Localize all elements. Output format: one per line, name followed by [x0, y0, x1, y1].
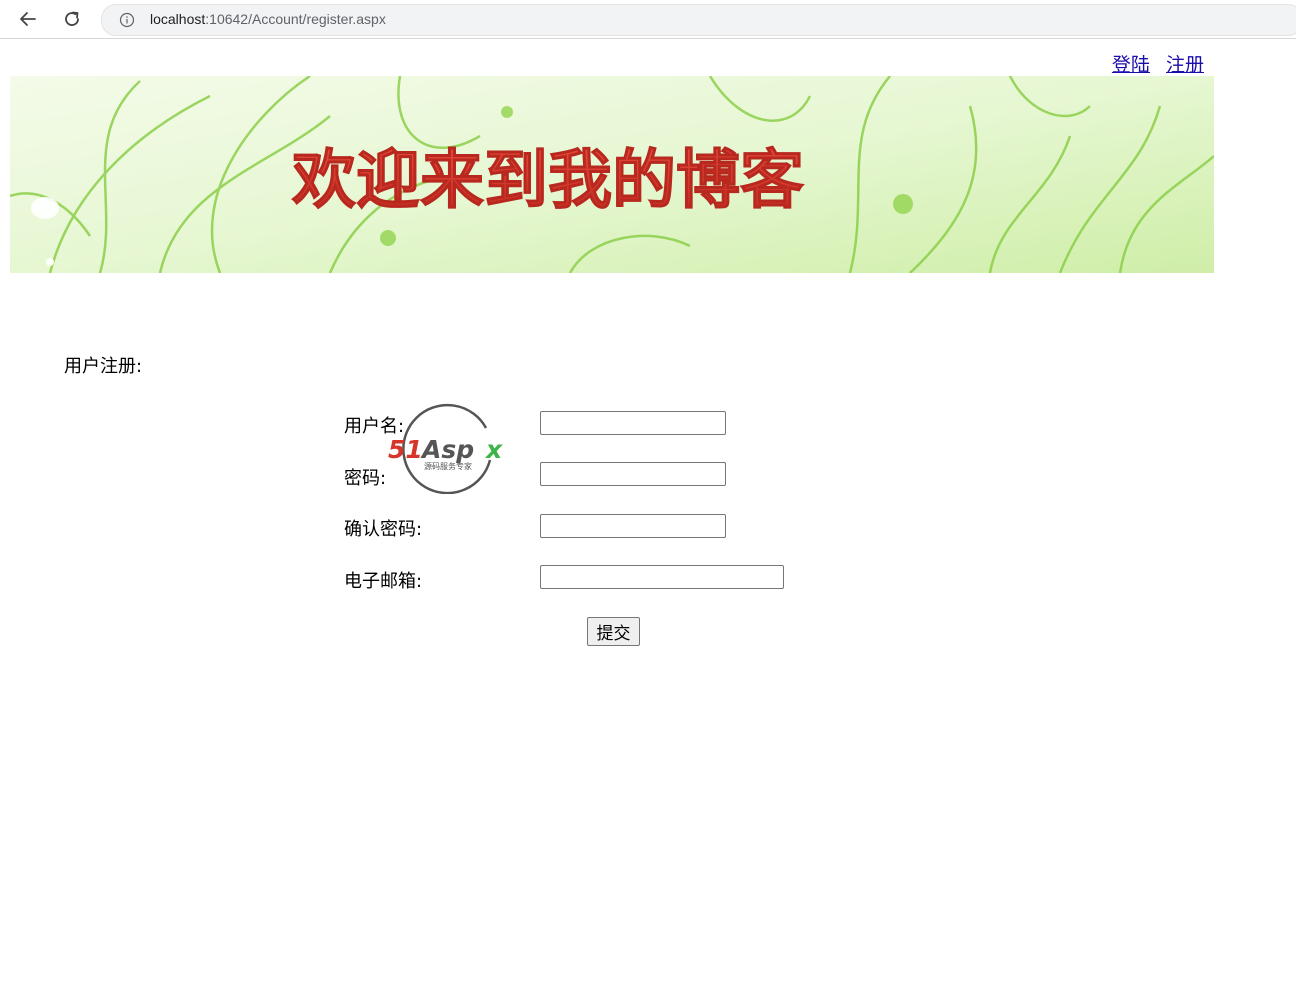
banner-graphic: 欢迎来到我的博客 [10, 76, 1214, 273]
url-path: :10642/Account/register.aspx [205, 11, 386, 27]
banner-title: 欢迎来到我的博客 [291, 144, 804, 218]
browser-toolbar: localhost:10642/Account/register.aspx [0, 0, 1296, 39]
watermark-logo: 51 Asp x 源码服务专家 [386, 402, 512, 495]
url-host: localhost [150, 11, 206, 27]
reload-button[interactable] [57, 4, 87, 34]
login-link[interactable]: 登陆 [1112, 54, 1150, 76]
register-link[interactable]: 注册 [1166, 54, 1204, 76]
confirm-password-label: 确认密码: [344, 519, 423, 540]
account-links: 登陆 注册 [1102, 50, 1204, 77]
reload-icon [65, 11, 79, 26]
page-heading: 用户注册: [64, 356, 143, 377]
svg-text:x: x [484, 435, 503, 464]
watermark-logo-icon: 51 Asp x 源码服务专家 [388, 403, 503, 495]
address-bar[interactable]: localhost:10642/Account/register.aspx [101, 4, 1296, 36]
banner-image: 欢迎来到我的博客 [10, 76, 1214, 273]
back-button[interactable] [13, 4, 43, 34]
svg-text:Asp: Asp [420, 435, 474, 464]
username-input[interactable] [540, 411, 726, 435]
url-text[interactable]: localhost:10642/Account/register.aspx [150, 11, 386, 27]
svg-text:源码服务专家: 源码服务专家 [424, 461, 472, 471]
confirm-password-input[interactable] [540, 514, 726, 538]
password-label: 密码: [344, 468, 387, 489]
submit-button[interactable]: 提交 [587, 617, 640, 646]
info-icon[interactable] [119, 12, 135, 28]
password-input[interactable] [540, 462, 726, 486]
svg-text:51: 51 [388, 435, 423, 464]
back-arrow-icon [20, 12, 36, 26]
email-label: 电子邮箱: [344, 571, 423, 592]
email-input[interactable] [540, 565, 784, 589]
